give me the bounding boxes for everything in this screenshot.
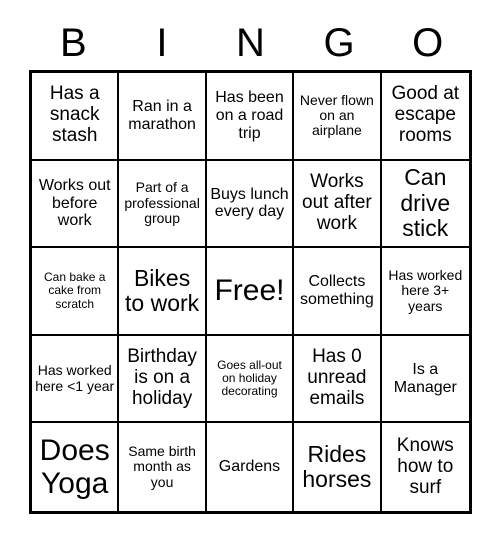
bingo-cell[interactable]: Is a Manager [381, 335, 469, 424]
bingo-cell-label: Bikes to work [125, 264, 200, 316]
bingo-card: B I N G O Has a snack stash Ran in a marathon… [0, 0, 501, 544]
bingo-cell[interactable]: Has a snack stash [32, 73, 120, 161]
bingo-cell-label: Is a Manager [393, 361, 457, 396]
bingo-cell[interactable]: Ran in a marathon [119, 73, 207, 161]
bingo-cell[interactable]: Works out before work [32, 160, 120, 249]
bingo-cell[interactable]: Gardens [206, 423, 295, 511]
bingo-cell-label: Gardens [218, 458, 281, 476]
bingo-cell-label: Goes all-out on holiday decorating [217, 357, 282, 399]
bingo-cell[interactable]: Has worked here <1 year [32, 335, 120, 424]
bingo-cell-label: Has 0 unread emails [307, 346, 367, 410]
bingo-cell[interactable]: Bikes to work [119, 248, 207, 336]
bingo-cell[interactable]: Never flown on an airplane [294, 73, 382, 161]
bingo-header-letter-o: O [412, 21, 444, 65]
bingo-cell-label: Works out before work [38, 177, 111, 230]
bingo-cell-label: Good at escape rooms [391, 83, 460, 147]
bingo-cell-label: Has worked here <1 year [35, 362, 115, 394]
bingo-cell-label: Has a snack stash [49, 83, 100, 147]
bingo-cell[interactable]: Knows how to surf [381, 423, 469, 511]
bingo-cell-label: Knows how to surf [396, 434, 454, 498]
bingo-cell-label: Ran in a marathon [128, 98, 196, 133]
bingo-cell-label: Has been on a road trip [215, 89, 284, 142]
bingo-cell-label: Can drive stick [400, 164, 451, 242]
bingo-cell-label: Can bake a cake from scratch [44, 270, 106, 311]
bingo-cell-label: Works out after work [302, 171, 372, 234]
bingo-cell[interactable]: Can bake a cake from scratch [32, 248, 120, 336]
bingo-cell-label: Does Yoga [39, 434, 110, 501]
bingo-cell[interactable]: Goes all-out on holiday decorating [206, 335, 295, 424]
bingo-cell[interactable]: Has been on a road trip [206, 73, 295, 161]
bingo-cell-label: Collects something [299, 273, 374, 308]
bingo-cell[interactable]: Has 0 unread emails [294, 335, 382, 424]
bingo-header-letter-n: N [236, 21, 265, 65]
bingo-cell[interactable]: Same birth month as you [119, 423, 207, 511]
bingo-cell[interactable]: Rides horses [294, 423, 382, 511]
bingo-header-letter-b: B [59, 21, 87, 65]
bingo-header-letter-g: G [323, 21, 355, 65]
bingo-header-letter-i: I [156, 21, 168, 65]
bingo-free-cell[interactable]: Free! [206, 248, 295, 336]
bingo-cell-label: Part of a professional group [124, 179, 200, 227]
bingo-cell-label: Birthday is on a holiday [127, 346, 197, 410]
bingo-cell[interactable]: Part of a professional group [119, 160, 207, 249]
bingo-cell[interactable]: Birthday is on a holiday [119, 335, 207, 424]
bingo-cell[interactable]: Has worked here 3+ years [381, 248, 469, 336]
bingo-cell[interactable]: Works out after work [294, 160, 382, 249]
bingo-cell-label: Never flown on an airplane [299, 91, 374, 139]
bingo-cell[interactable]: Collects something [294, 248, 382, 336]
bingo-cell[interactable]: Can drive stick [381, 160, 469, 249]
bingo-header-row: BINGO [29, 18, 472, 68]
bingo-cell-label: Buys lunch every day [210, 185, 289, 221]
bingo-grid: Has a snack stash Ran in a marathon Has be… [29, 70, 472, 514]
bingo-cell-label: Same birth month as you [128, 443, 196, 490]
bingo-cell[interactable]: Buys lunch every day [206, 160, 295, 249]
bingo-cell-label: Rides horses [302, 440, 372, 493]
bingo-cell[interactable]: Does Yoga [32, 423, 120, 511]
bingo-cell-label: Has worked here 3+ years [388, 266, 463, 314]
bingo-cell[interactable]: Good at escape rooms [381, 73, 469, 161]
bingo-cell-label: Free! [214, 274, 285, 308]
